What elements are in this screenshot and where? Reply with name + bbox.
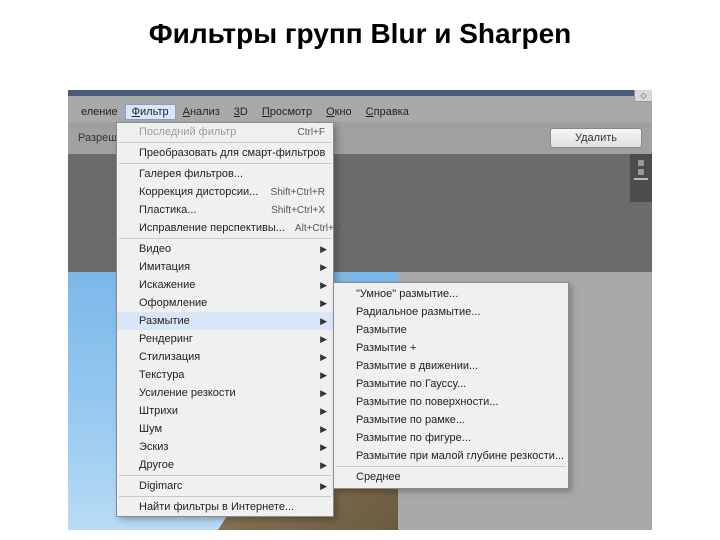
filter-menu-dropdown: Последний фильтр Ctrl+F Преобразовать для … [116,122,334,517]
menu-separator [119,475,331,476]
menu-item[interactable]: Искажение▶ [117,276,333,294]
menu-item-label: Digimarc [139,480,325,492]
menu-item-label: Исправление перспективы... [139,222,285,234]
menu-item-label: Последний фильтр [139,126,288,138]
menu-item-label: Текстура [139,369,325,381]
menu-item-label: Видео [139,243,325,255]
menu-item-label: Оформление [139,297,325,309]
menu-item[interactable]: Штрихи▶ [117,402,333,420]
submenu-item[interactable]: Размытие по Гауссу... [334,375,568,393]
menu-анализ[interactable]: Анализ [176,104,227,120]
chevron-right-icon: ▶ [320,316,327,327]
menu-item[interactable]: Оформление▶ [117,294,333,312]
chevron-right-icon: ▶ [320,280,327,291]
chevron-right-icon: ▶ [320,481,327,492]
menu-separator [119,496,331,497]
menu-item[interactable]: Усиление резкости▶ [117,384,333,402]
submenu-item[interactable]: Размытие при малой глубине резкости... [334,447,568,465]
submenu-item[interactable]: Размытие по фигуре... [334,429,568,447]
menu-фильтр[interactable]: Фильтр [125,104,176,120]
menu-item-label: Пластика... [139,204,261,216]
menu-item-label: Другое [139,459,325,471]
menu-item[interactable]: Digimarc▶ [117,477,333,495]
menu-item-label: Найти фильтры в Интернете... [139,501,325,513]
menu-item-label: Шум [139,423,325,435]
submenu-item[interactable]: Среднее [334,468,568,486]
menu-item[interactable]: Рендеринг▶ [117,330,333,348]
menu-item[interactable]: Найти фильтры в Интернете... [117,498,333,516]
menu-item[interactable]: Текстура▶ [117,366,333,384]
menu-item-label: Рендеринг [139,333,325,345]
submenu-item[interactable]: Размытие в движении... [334,357,568,375]
menu-item[interactable]: Галерея фильтров... [117,165,333,183]
chevron-right-icon: ▶ [320,262,327,273]
submenu-item[interactable]: Размытие [334,321,568,339]
chevron-right-icon: ▶ [320,352,327,363]
window-chrome-top [68,90,652,96]
screenshot-area: ◇ елениеФильтрАнализ3DПросмотрОкноСправк… [68,90,652,530]
menu-item-label: Коррекция дисторсии... [139,186,261,198]
menu-item-label: Штрихи [139,405,325,417]
blur-submenu: "Умное" размытие...Радиальное размытие..… [333,282,569,489]
menu-item[interactable]: Последний фильтр Ctrl+F [117,123,333,141]
menu-item-label: Преобразовать для смарт-фильтров [139,147,325,159]
menu-item-shortcut: Ctrl+F [298,127,326,138]
menu-item-shortcut: Alt+Ctrl+V [295,223,341,234]
menu-item[interactable]: Размытие▶ [117,312,333,330]
menu-item[interactable]: Видео▶ [117,240,333,258]
chevron-right-icon: ▶ [320,370,327,381]
menu-item[interactable]: Коррекция дисторсии... Shift+Ctrl+R [117,183,333,201]
chevron-right-icon: ▶ [320,406,327,417]
chevron-right-icon: ▶ [320,424,327,435]
menu-item-label: Имитация [139,261,325,273]
panel-dot-icon [638,169,644,175]
menubar: елениеФильтрАнализ3DПросмотрОкноСправка [68,102,652,122]
menu-separator [119,163,331,164]
menu-справка[interactable]: Справка [359,104,416,120]
chevron-right-icon: ▶ [320,388,327,399]
menu-item[interactable]: Имитация▶ [117,258,333,276]
menu-item-label: Эскиз [139,441,325,453]
chevron-right-icon: ▶ [320,298,327,309]
submenu-item[interactable]: Размытие по поверхности... [334,393,568,411]
menu-separator [336,466,566,467]
menu-item[interactable]: Исправление перспективы...Alt+Ctrl+V [117,219,333,237]
menu-item-label: Усиление резкости [139,387,325,399]
menu-separator [119,142,331,143]
submenu-item[interactable]: Радиальное размытие... [334,303,568,321]
menu-еление[interactable]: еление [74,104,125,120]
menu-item[interactable]: Эскиз▶ [117,438,333,456]
menu-просмотр[interactable]: Просмотр [255,104,319,120]
panel-dot-icon [638,160,644,166]
menu-item[interactable]: Преобразовать для смарт-фильтров [117,144,333,162]
submenu-item[interactable]: Размытие по рамке... [334,411,568,429]
menu-item[interactable]: Шум▶ [117,420,333,438]
chevron-right-icon: ▶ [320,442,327,453]
chevron-right-icon: ▶ [320,334,327,345]
panel-line-icon [634,178,648,180]
menu-item-label: Искажение [139,279,325,291]
chevron-right-icon: ▶ [320,460,327,471]
slide-title: Фильтры групп Blur и Sharpen [0,0,720,58]
menu-item[interactable]: Стилизация▶ [117,348,333,366]
menu-3d[interactable]: 3D [227,104,255,120]
menu-item-shortcut: Shift+Ctrl+X [271,205,325,216]
window-control[interactable]: ◇ [634,90,652,102]
menu-item-label: Галерея фильтров... [139,168,325,180]
menu-окно[interactable]: Окно [319,104,359,120]
submenu-item[interactable]: Размытие + [334,339,568,357]
menu-item-label: Размытие [139,315,325,327]
menu-item-label: Стилизация [139,351,325,363]
right-panel-strip [630,154,652,202]
menu-item[interactable]: Пластика... Shift+Ctrl+X [117,201,333,219]
chevron-right-icon: ▶ [320,244,327,255]
submenu-item[interactable]: "Умное" размытие... [334,285,568,303]
delete-button[interactable]: Удалить [550,128,642,148]
menu-item[interactable]: Другое▶ [117,456,333,474]
menu-item-shortcut: Shift+Ctrl+R [271,187,325,198]
menu-separator [119,238,331,239]
